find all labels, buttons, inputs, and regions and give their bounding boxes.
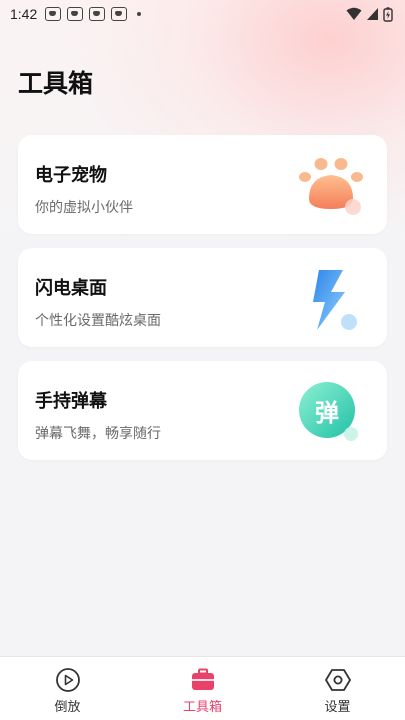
bottom-tab-bar: 倒放 工具箱 设置 <box>0 656 405 720</box>
danmu-icon-text: 弹 <box>315 399 339 427</box>
signal-icon <box>367 8 378 20</box>
card-subtitle: 个性化设置酷炫桌面 <box>35 313 161 329</box>
card-title: 闪电桌面 <box>35 278 107 299</box>
card-title: 手持弹幕 <box>35 391 107 412</box>
card-title: 电子宠物 <box>35 165 107 186</box>
settings-hexagon-icon <box>324 669 351 691</box>
battery-icon <box>383 6 393 22</box>
status-bar: 1:42 <box>0 0 405 28</box>
tab-reverse-play[interactable]: 倒放 <box>0 657 135 720</box>
tab-toolbox[interactable]: 工具箱 <box>135 657 270 720</box>
paw-notification-icon <box>89 7 106 21</box>
tab-label: 设置 <box>324 700 351 715</box>
wifi-icon <box>346 7 362 20</box>
card-handheld-danmu[interactable]: 手持弹幕 弹幕飞舞，畅享随行 弹 <box>18 361 387 460</box>
card-lightning-desktop[interactable]: 闪电桌面 个性化设置酷炫桌面 <box>18 248 387 347</box>
more-notifications-dot <box>137 12 142 16</box>
lightning-icon <box>313 270 357 330</box>
play-circle-icon <box>55 668 80 692</box>
tab-label: 工具箱 <box>182 700 222 715</box>
paw-notification-icon <box>67 7 84 21</box>
paw-notification-icon <box>111 7 128 21</box>
toolbox-icon <box>191 668 214 690</box>
tab-settings[interactable]: 设置 <box>270 657 405 720</box>
card-electronic-pet[interactable]: 电子宠物 你的虚拟小伙伴 <box>18 135 387 234</box>
page-title: 工具箱 <box>18 69 94 98</box>
paw-icon <box>299 158 363 215</box>
tab-label: 倒放 <box>54 700 81 715</box>
danmu-icon: 弹 <box>297 379 365 445</box>
status-time: 1:42 <box>10 6 38 22</box>
paw-notification-icon <box>45 7 62 21</box>
card-subtitle: 你的虚拟小伙伴 <box>35 200 133 216</box>
card-subtitle: 弹幕飞舞，畅享随行 <box>35 426 161 442</box>
status-right-icons <box>346 6 393 22</box>
